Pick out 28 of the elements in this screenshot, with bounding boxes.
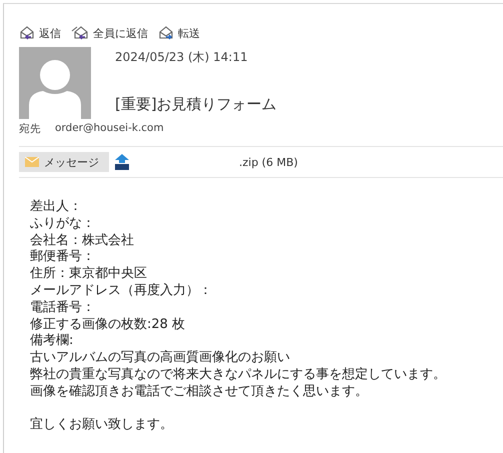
body-text-line: 電話番号： <box>30 300 96 317</box>
body-text-line: 郵便番号： <box>30 249 96 266</box>
sent-date: 2024/05/23 (木) 14:11 <box>115 49 249 66</box>
body-text-line: 差出人： <box>30 199 83 216</box>
body-text-line: 住所：東京都中央区 <box>30 266 148 283</box>
recipient-label: 宛先 <box>19 122 41 136</box>
reply-all-button[interactable]: 全員に返信 <box>71 26 148 40</box>
closing-line: 宜しくお願い致します。 <box>30 417 174 434</box>
body-text-line: 画像を確認頂きお電話でご相談させて頂きたく思います。 <box>30 384 369 401</box>
avatar <box>19 47 91 119</box>
forward-button[interactable]: 転送 <box>158 26 200 40</box>
reply-all-icon <box>71 26 90 40</box>
body-text-line: 弊社の貴重な写真なので将来大きなパネルにする事を想定しています。 <box>30 366 447 384</box>
envelope-icon <box>25 157 39 167</box>
body-text-line: 会社名：株式会社 <box>30 232 135 249</box>
zip-file-icon <box>115 154 129 170</box>
message-tab[interactable]: メッセージ <box>19 152 109 172</box>
reply-button[interactable]: 返信 <box>19 26 61 40</box>
body-text-line: ふりがな： <box>30 216 96 233</box>
email-subject: [重要]お見積りフォーム <box>115 95 277 114</box>
reply-icon <box>19 26 36 40</box>
body-text-line: 修正する画像の枚数:28 枚 <box>30 316 186 333</box>
body-text-line: メールアドレス（再度入力）： <box>30 282 213 300</box>
recipient-address: order@housei-k.com <box>55 122 164 136</box>
forward-icon <box>158 26 175 40</box>
body-text-line: 備考欄: <box>30 333 74 350</box>
attachment-item[interactable]: .zip (6 MB) <box>109 152 439 172</box>
body-text-line: 古いアルバムの写真の高画質画像化のお願い <box>30 350 291 367</box>
